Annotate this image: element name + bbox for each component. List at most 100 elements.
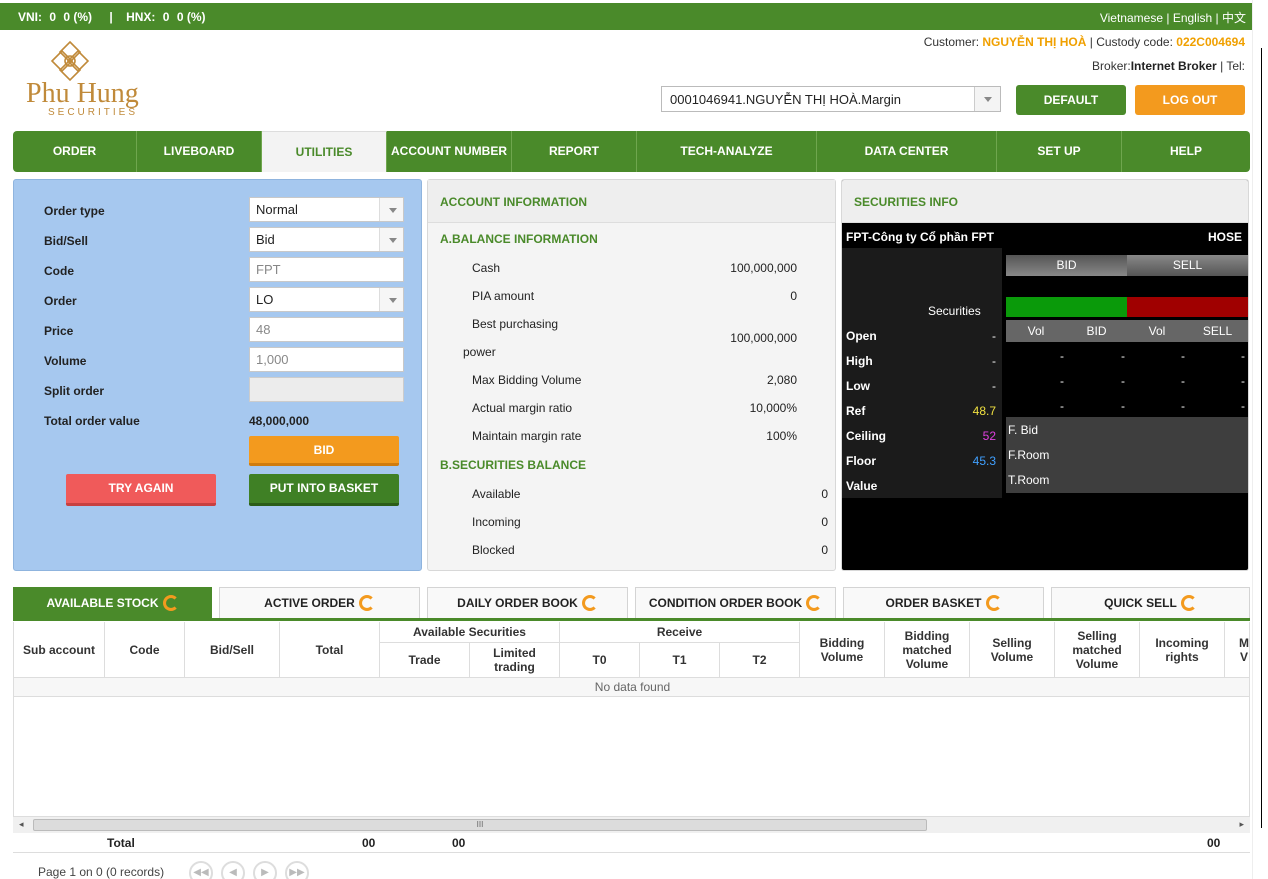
nav-report[interactable]: REPORT (512, 131, 637, 172)
order-type-select[interactable]: Normal (249, 197, 404, 222)
hnx-label: HNX: (126, 10, 156, 24)
volume-label: Volume (44, 354, 87, 368)
floor-label: Floor (846, 454, 876, 468)
vertical-scroll-track (1261, 48, 1262, 828)
tel-label: | Tel: (1220, 59, 1245, 73)
last-page-icon[interactable]: ▶▶ (285, 861, 309, 879)
tab-quick-sell[interactable]: QUICK SELL (1051, 587, 1250, 618)
tab-condition-order-book[interactable]: CONDITION ORDER BOOK (635, 587, 836, 618)
depth-cell: - (1121, 399, 1125, 413)
nav-tech-analyze[interactable]: TECH-ANALYZE (637, 131, 817, 172)
tab-active-order[interactable]: ACTIVE ORDER (219, 587, 420, 618)
customer-name: NGUYỄN THỊ HOÀ (982, 35, 1087, 49)
th-trade: Trade (380, 643, 470, 678)
account-select[interactable]: 0001046941.NGUYỄN THỊ HOÀ.Margin (661, 86, 1001, 112)
refresh-icon[interactable] (985, 595, 1002, 611)
next-page-icon[interactable]: ▶ (253, 861, 277, 879)
bidsell-select[interactable]: Bid (249, 227, 404, 252)
actual-margin-value: 10,000% (749, 401, 797, 415)
th-t1: T1 (640, 643, 720, 678)
th-available-securities: Available Securities (380, 622, 560, 643)
refresh-icon[interactable] (358, 595, 375, 611)
th-total: Total (280, 622, 380, 678)
th-sub-account: Sub account (14, 622, 105, 678)
try-again-button[interactable]: TRY AGAIN (66, 474, 216, 506)
price-summary: Securities Open - High - Low - Ref 48.7 … (842, 248, 1002, 498)
ref-label: Ref (846, 404, 866, 418)
col-sell: SELL (1187, 320, 1248, 342)
order-type-value: Normal (256, 202, 298, 217)
total-row-value-1: 00 (362, 836, 376, 850)
bid-button[interactable]: BID (249, 436, 399, 466)
bpp-value: 100,000,000 (730, 331, 797, 345)
tab-available-stock[interactable]: AVAILABLE STOCK (13, 587, 212, 618)
ticker-separator: | (109, 10, 113, 24)
securities-label: Securities (928, 304, 981, 318)
default-button[interactable]: DEFAULT (1016, 85, 1126, 115)
foreign-room-box: F. Bid F.Room T.Room (1006, 417, 1248, 493)
prev-page-icon[interactable]: ◀ (221, 861, 245, 879)
bpp-label-1: Best purchasing (472, 317, 559, 331)
refresh-icon[interactable] (1180, 595, 1197, 611)
scroll-left-icon[interactable]: ◂ (19, 819, 24, 830)
broker-name: Internet Broker (1130, 59, 1217, 73)
refresh-icon[interactable] (581, 595, 598, 611)
securities-info-panel: SECURITIES INFO FPT-Công ty Cổ phần FPT … (841, 179, 1249, 571)
max-bid-value: 2,080 (766, 373, 797, 387)
chevron-down-icon (389, 208, 397, 213)
order-form-panel: Order type Normal Bid/Sell Bid Code FPT … (13, 179, 422, 571)
order-type-arrow[interactable] (379, 198, 403, 221)
refresh-icon[interactable] (162, 595, 179, 611)
language-switcher: Vietnamese | English | 中文 (1100, 9, 1246, 26)
lang-vietnamese[interactable]: Vietnamese (1100, 11, 1163, 25)
nav-order[interactable]: ORDER (13, 131, 137, 172)
tab-label: DAILY ORDER BOOK (457, 596, 578, 610)
maintain-margin-label: Maintain margin rate (472, 429, 582, 443)
ceiling-value: 52 (982, 429, 996, 443)
company-logo[interactable]: Phu Hung SECURITIES (26, 40, 166, 120)
bidsell-arrow[interactable] (379, 228, 403, 251)
refresh-icon[interactable] (806, 595, 823, 611)
tab-order-basket[interactable]: ORDER BASKET (843, 587, 1044, 618)
th-incoming-rights: Incoming rights (1140, 622, 1225, 678)
vertical-scrollbar[interactable] (1252, 0, 1268, 879)
account-select-arrow[interactable] (974, 87, 1000, 111)
put-into-basket-button[interactable]: PUT INTO BASKET (249, 474, 399, 506)
tab-label: ORDER BASKET (885, 596, 982, 610)
open-value: - (992, 329, 996, 343)
price-input[interactable]: 48 (249, 317, 404, 342)
code-input[interactable]: FPT (249, 257, 404, 282)
nav-help[interactable]: HELP (1122, 131, 1250, 172)
account-select-value: 0001046941.NGUYỄN THỊ HOÀ.Margin (670, 92, 901, 107)
nav-set-up[interactable]: SET UP (997, 131, 1122, 172)
order-arrow[interactable] (379, 288, 403, 311)
nav-account-number[interactable]: ACCOUNT NUMBER (387, 131, 512, 172)
tab-daily-order-book[interactable]: DAILY ORDER BOOK (427, 587, 628, 618)
scroll-right-icon[interactable]: ▸ (1239, 819, 1244, 830)
total-row-label: Total (107, 836, 135, 850)
th-selling-volume: Selling Volume (970, 622, 1055, 678)
bottom-tabs: AVAILABLE STOCK ACTIVE ORDER DAILY ORDER… (13, 587, 1250, 621)
sell-bar (1127, 297, 1248, 317)
th-limited-trading: Limited trading (470, 643, 560, 678)
logout-button[interactable]: LOG OUT (1135, 85, 1245, 115)
lang-english[interactable]: English (1173, 11, 1212, 25)
total-order-label: Total order value (44, 414, 140, 428)
order-select[interactable]: LO (249, 287, 404, 312)
nav-data-center[interactable]: DATA CENTER (817, 131, 997, 172)
scroll-thumb[interactable]: III (33, 819, 927, 831)
nav-liveboard[interactable]: LIVEBOARD (137, 131, 262, 172)
volume-input[interactable]: 1,000 (249, 347, 404, 372)
th-t2: T2 (720, 643, 800, 678)
first-page-icon[interactable]: ◀◀ (189, 861, 213, 879)
nav-utilities[interactable]: UTILITIES (262, 131, 387, 172)
logo-brand-text: Phu Hung (26, 78, 139, 109)
th-code: Code (105, 622, 185, 678)
depth-cell: - (1241, 349, 1245, 363)
horizontal-scrollbar[interactable]: ◂ III ▸ (13, 816, 1250, 833)
col-vol-bid: Vol (1006, 320, 1066, 342)
lang-chinese[interactable]: 中文 (1222, 11, 1246, 25)
foreign-bid-label: F. Bid (1008, 423, 1039, 437)
depth-cell: - (1181, 349, 1185, 363)
total-room-label: T.Room (1008, 473, 1050, 487)
